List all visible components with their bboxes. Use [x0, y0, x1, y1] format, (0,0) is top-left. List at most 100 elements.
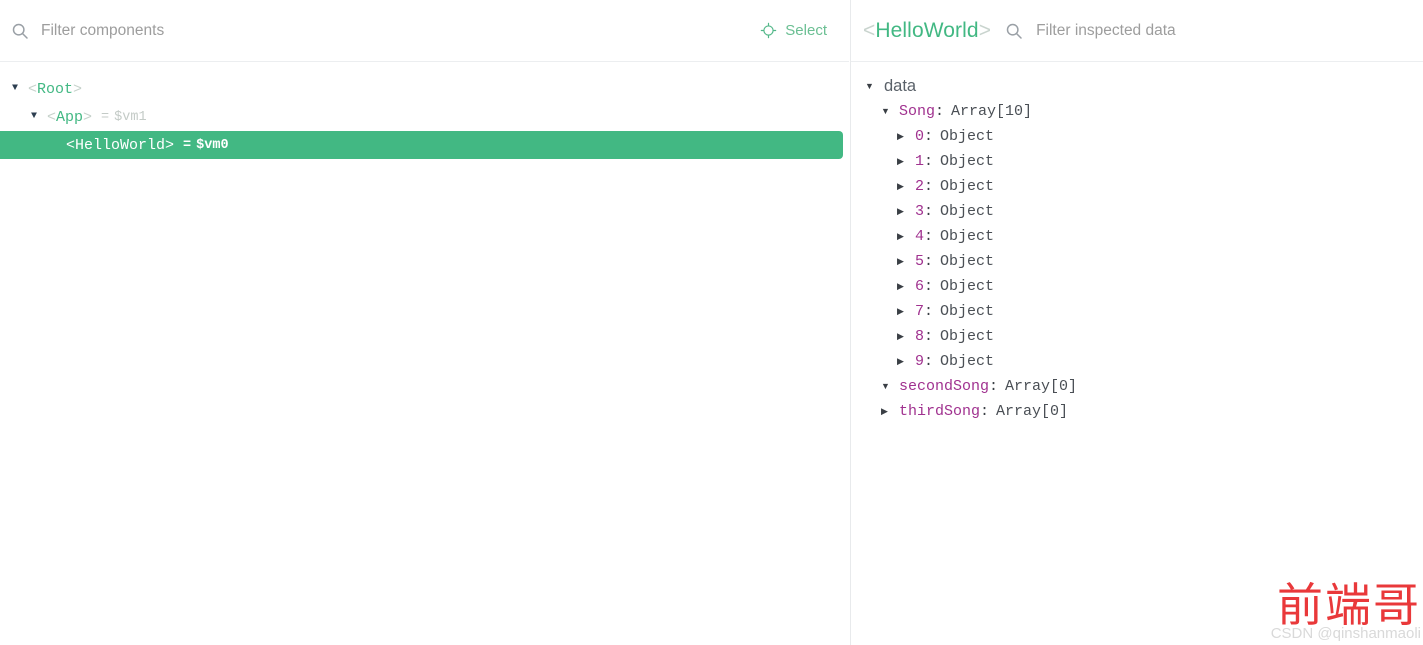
data-value: Object	[940, 228, 995, 245]
data-colon: :	[924, 353, 934, 370]
data-key: 4	[915, 228, 925, 245]
component-tree: <Root> <App> = $vm1 <HelloWorld> = $vm0	[0, 62, 849, 159]
data-key: thirdSong	[899, 403, 981, 420]
data-colon: :	[924, 203, 934, 220]
vm-instance-label: $vm1	[114, 109, 147, 125]
data-row[interactable]: 4: Object	[897, 224, 1423, 249]
data-colon: :	[924, 153, 934, 170]
components-panel-header: Select	[0, 0, 849, 62]
data-key: 1	[915, 153, 925, 170]
data-colon: :	[924, 303, 934, 320]
angle-close: >	[83, 108, 93, 126]
inspector-panel-header: <HelloWorld>	[851, 0, 1423, 62]
chevron-right-icon[interactable]	[897, 357, 910, 366]
data-colon: :	[924, 253, 934, 270]
data-colon: :	[924, 278, 934, 295]
chevron-right-icon[interactable]	[897, 157, 910, 166]
target-crosshair-icon	[760, 22, 777, 39]
data-value: Array[0]	[1005, 378, 1078, 395]
filter-components-input[interactable]	[41, 16, 461, 45]
data-colon: :	[924, 128, 934, 145]
data-value: Object	[940, 303, 995, 320]
data-key: Song	[899, 103, 936, 120]
data-colon: :	[935, 103, 945, 120]
vm-instance-label: $vm0	[196, 137, 229, 153]
chevron-down-icon[interactable]	[27, 112, 41, 122]
select-component-button[interactable]: Select	[760, 22, 827, 39]
data-value: Object	[940, 153, 995, 170]
data-row[interactable]: 7: Object	[897, 299, 1423, 324]
data-key: 3	[915, 203, 925, 220]
chevron-right-icon[interactable]	[881, 407, 894, 416]
chevron-right-icon[interactable]	[897, 207, 910, 216]
angle-close: >	[165, 136, 175, 154]
vm-equals: =	[101, 109, 110, 125]
data-colon: :	[924, 228, 934, 245]
data-colon: :	[980, 403, 990, 420]
chevron-down-icon[interactable]	[881, 107, 894, 116]
tree-row-selected[interactable]: <HelloWorld> = $vm0	[0, 131, 843, 159]
search-icon	[11, 22, 29, 40]
data-key: secondSong	[899, 378, 990, 395]
angle-open: <	[47, 108, 57, 126]
angle-close: >	[978, 18, 992, 42]
inspected-data-tree: data Song: Array[10] 0: Object 1: Object	[851, 62, 1423, 424]
chevron-right-icon[interactable]	[897, 332, 910, 341]
data-row[interactable]: secondSong: Array[0]	[881, 374, 1423, 399]
data-value: Object	[940, 328, 995, 345]
chevron-down-icon[interactable]	[881, 382, 894, 391]
chevron-right-icon[interactable]	[897, 132, 910, 141]
chevron-right-icon[interactable]	[897, 257, 910, 266]
data-colon: :	[924, 328, 934, 345]
data-key: 0	[915, 128, 925, 145]
data-key: 9	[915, 353, 925, 370]
data-row[interactable]: 6: Object	[897, 274, 1423, 299]
chevron-down-icon[interactable]	[865, 82, 878, 91]
chevron-right-icon[interactable]	[897, 232, 910, 241]
data-value: Object	[940, 203, 995, 220]
component-name: Root	[37, 80, 74, 98]
data-row[interactable]: 2: Object	[897, 174, 1423, 199]
vue-devtools-window: Select <Root> <App> = $vm1	[0, 0, 1423, 645]
data-row[interactable]: 0: Object	[897, 124, 1423, 149]
component-tag: <App>	[47, 109, 92, 126]
data-value: Array[0]	[996, 403, 1069, 420]
data-colon: :	[989, 378, 999, 395]
data-group-label: data	[884, 77, 917, 95]
vm-equals: =	[183, 137, 192, 153]
data-row[interactable]: 8: Object	[897, 324, 1423, 349]
inspected-component-title: <HelloWorld>	[863, 19, 991, 43]
data-row[interactable]: 3: Object	[897, 199, 1423, 224]
data-value: Object	[940, 128, 995, 145]
data-key: 5	[915, 253, 925, 270]
data-key: 7	[915, 303, 925, 320]
chevron-right-icon[interactable]	[897, 182, 910, 191]
data-row[interactable]: 9: Object	[897, 349, 1423, 374]
data-row[interactable]: 1: Object	[897, 149, 1423, 174]
data-key: 8	[915, 328, 925, 345]
chevron-right-icon[interactable]	[897, 282, 910, 291]
inspected-component-name: HelloWorld	[875, 18, 979, 42]
components-panel: Select <Root> <App> = $vm1	[0, 0, 849, 645]
chevron-right-icon[interactable]	[897, 307, 910, 316]
component-name: HelloWorld	[75, 136, 166, 154]
chevron-down-icon[interactable]	[8, 84, 22, 94]
tree-row[interactable]: <App> = $vm1	[0, 103, 849, 131]
data-value: Array[10]	[951, 103, 1033, 120]
component-name: App	[56, 108, 84, 126]
data-row[interactable]: Song: Array[10]	[881, 99, 1423, 124]
search-icon	[1005, 22, 1023, 40]
component-tag: <HelloWorld>	[66, 137, 174, 154]
angle-open: <	[66, 136, 76, 154]
data-row[interactable]: 5: Object	[897, 249, 1423, 274]
data-value: Object	[940, 353, 995, 370]
data-key: 2	[915, 178, 925, 195]
filter-inspected-data-input[interactable]	[1036, 16, 1367, 45]
data-group-row[interactable]: data	[865, 74, 1423, 99]
angle-open: <	[863, 18, 876, 42]
data-row[interactable]: thirdSong: Array[0]	[881, 399, 1423, 424]
inspector-panel: <HelloWorld> data Song: Array[10]	[850, 0, 1423, 645]
tree-row[interactable]: <Root>	[0, 75, 849, 103]
data-value: Object	[940, 253, 995, 270]
data-value: Object	[940, 278, 995, 295]
